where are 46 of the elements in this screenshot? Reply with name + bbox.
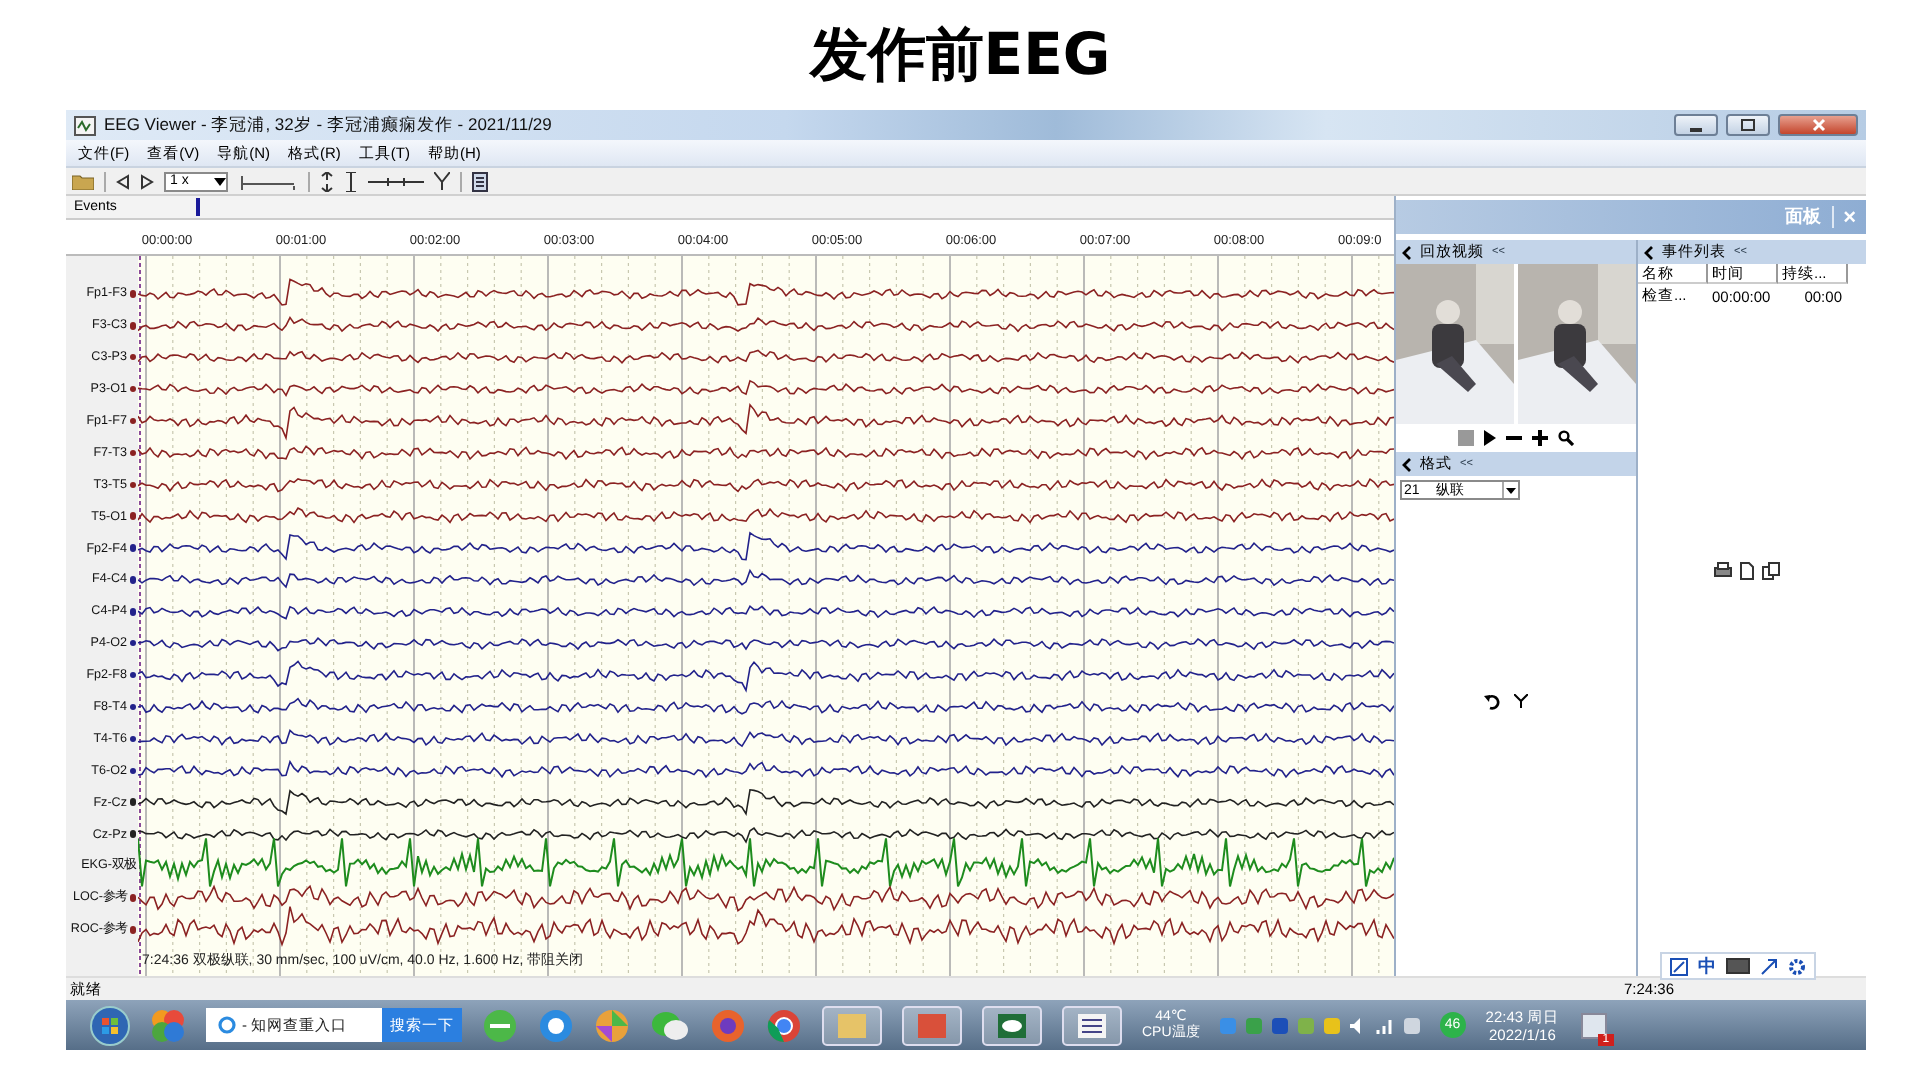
app-icon xyxy=(74,115,96,135)
pin-icon[interactable] xyxy=(1760,957,1778,975)
volume-icon[interactable] xyxy=(1349,1017,1366,1033)
dropdown-icon xyxy=(1506,487,1516,493)
document-icon[interactable] xyxy=(1740,562,1754,580)
notification-icon[interactable] xyxy=(1579,1011,1608,1039)
slide-title: 发作前EEG xyxy=(809,17,1111,91)
chat-icon[interactable] xyxy=(650,1009,690,1041)
minimize-button[interactable] xyxy=(1674,114,1718,136)
right-triangle-icon[interactable] xyxy=(140,173,154,189)
search-icon[interactable] xyxy=(1558,430,1574,446)
printer-icon[interactable] xyxy=(1714,562,1732,578)
minus-icon[interactable] xyxy=(1506,430,1522,446)
plus-icon[interactable] xyxy=(1532,430,1548,446)
edit-icon[interactable] xyxy=(1670,957,1688,975)
copy-icon[interactable] xyxy=(1762,562,1780,580)
event-marker[interactable] xyxy=(196,198,201,216)
collapse-icon[interactable] xyxy=(1644,245,1654,259)
play-icon[interactable] xyxy=(1484,430,1496,446)
close-button[interactable] xyxy=(1778,114,1858,136)
left-triangle-icon[interactable] xyxy=(116,173,130,189)
browser-icon[interactable] xyxy=(538,1007,574,1043)
signal-icon[interactable] xyxy=(1375,1017,1394,1033)
collapse-icon[interactable] xyxy=(1402,245,1412,259)
eye-icon[interactable] xyxy=(982,1005,1042,1045)
start-button[interactable] xyxy=(90,1005,130,1045)
browser-icon[interactable] xyxy=(766,1007,802,1043)
span-icon[interactable] xyxy=(368,175,424,187)
collapse-icon[interactable] xyxy=(1402,457,1412,471)
dropdown-icon xyxy=(214,177,226,185)
tray-icon[interactable] xyxy=(1403,1017,1420,1033)
compress-icon[interactable] xyxy=(344,171,358,191)
maximize-button[interactable] xyxy=(1726,114,1770,136)
panel-icon[interactable] xyxy=(472,171,488,191)
expand-icon[interactable] xyxy=(320,171,334,191)
ime-mode[interactable]: 中 xyxy=(1698,953,1716,979)
slider-icon[interactable] xyxy=(238,171,298,191)
settings-icon[interactable] xyxy=(1788,957,1806,975)
panel-title: 面板 xyxy=(1785,204,1822,230)
maximize-icon xyxy=(1740,118,1756,132)
close-icon xyxy=(1811,118,1825,132)
window-title: EEG Viewer - 李冠浦, 32岁 - 李冠浦癫痫发作 - 2021/11/29 xyxy=(104,113,552,137)
filter-icon[interactable] xyxy=(434,172,450,190)
browser-icon xyxy=(218,1016,236,1034)
undo-icon[interactable] xyxy=(1484,694,1502,710)
filter-icon[interactable] xyxy=(1514,694,1528,708)
